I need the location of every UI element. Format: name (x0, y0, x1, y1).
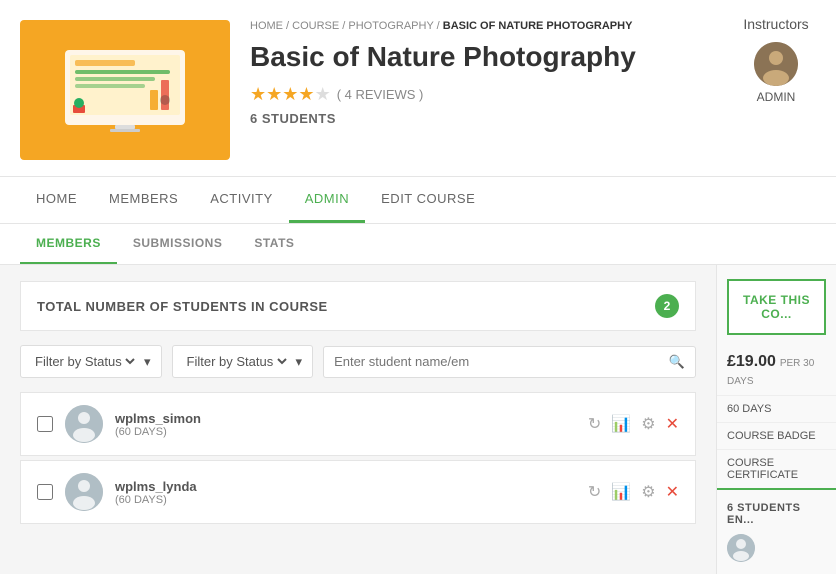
reviews-count: ( 4 REVIEWS ) (337, 87, 424, 102)
search-icon: 🔍 (669, 354, 685, 370)
subtab-submissions[interactable]: SUBMISSIONS (117, 224, 239, 264)
sub-tabs: MEMBERS SUBMISSIONS STATS (0, 224, 836, 265)
subtab-stats[interactable]: STATS (238, 224, 310, 264)
course-header: HOME / COURSE / PHOTOGRAPHY / BASIC OF N… (0, 0, 836, 177)
student-checkbox-2[interactable] (37, 484, 53, 500)
refresh-icon-1[interactable]: ↻ (588, 414, 601, 434)
instructor-avatar (754, 42, 798, 86)
student-avatar-2 (65, 473, 103, 511)
instructor-name: ADMIN (732, 90, 820, 104)
students-count: 6 STUDENTS (250, 111, 796, 126)
student-row-1: wplms_simon (60 DAYS) ↻ 📊 ⚙ ✕ (20, 392, 696, 456)
student-name-2: wplms_lynda (115, 479, 576, 494)
sidebar-item-certificate: COURSE CERTIFICATE (717, 449, 836, 488)
student-name-1: wplms_simon (115, 411, 576, 426)
remove-icon-1[interactable]: ✕ (666, 414, 679, 434)
settings-icon-2[interactable]: ⚙ (641, 482, 655, 502)
filters-row: Filter by Status ▾ Filter by Status ▾ 🔍 (20, 345, 696, 378)
sidebar-item-days: 60 DAYS (717, 395, 836, 422)
tab-edit-course[interactable]: EDIT COURSE (365, 177, 491, 223)
student-days-2: (60 DAYS) (115, 494, 576, 506)
instructors-title: Instructors (732, 16, 820, 32)
student-row-2: wplms_lynda (60 DAYS) ↻ 📊 ⚙ ✕ (20, 460, 696, 524)
chevron-down-icon-1: ▾ (144, 354, 151, 370)
filter-status-1-select[interactable]: Filter by Status (31, 353, 138, 370)
right-sidebar: TAKE THIS CO... £19.00 PER 30 DAYS 60 DA… (716, 265, 836, 574)
total-students-label: TOTAL NUMBER OF STUDENTS IN COURSE (37, 299, 328, 314)
main-content: TOTAL NUMBER OF STUDENTS IN COURSE 2 Fil… (0, 265, 716, 574)
tab-admin[interactable]: ADMIN (289, 177, 365, 223)
star-5: ★ (315, 84, 331, 105)
students-enrolled-box: 6 STUDENTS EN... (717, 488, 836, 574)
star-2: ★ (266, 84, 282, 105)
stats-icon-1[interactable]: 📊 (611, 414, 631, 434)
settings-icon-1[interactable]: ⚙ (641, 414, 655, 434)
course-thumbnail (20, 20, 230, 160)
take-course-button[interactable]: TAKE THIS CO... (727, 279, 826, 335)
filter-status-1[interactable]: Filter by Status ▾ (20, 345, 162, 378)
search-student-wrap[interactable]: 🔍 (323, 346, 696, 378)
tab-activity[interactable]: ACTIVITY (194, 177, 289, 223)
star-1: ★ (250, 84, 266, 105)
student-actions-2: ↻ 📊 ⚙ ✕ (588, 482, 679, 502)
filter-status-2-select[interactable]: Filter by Status (183, 353, 290, 370)
breadcrumb: HOME / COURSE / PHOTOGRAPHY / BASIC OF N… (250, 20, 796, 32)
refresh-icon-2[interactable]: ↻ (588, 482, 601, 502)
star-rating: ★ ★ ★ ★ ★ ( 4 REVIEWS ) (250, 84, 796, 105)
course-title: Basic of Nature Photography (250, 40, 796, 74)
student-info-2: wplms_lynda (60 DAYS) (115, 479, 576, 506)
subtab-members[interactable]: MEMBERS (20, 224, 117, 264)
search-student-input[interactable] (334, 354, 663, 369)
main-layout: TOTAL NUMBER OF STUDENTS IN COURSE 2 Fil… (0, 265, 836, 574)
nav-tabs: HOME MEMBERS ACTIVITY ADMIN EDIT COURSE (0, 177, 836, 224)
student-avatar-1 (65, 405, 103, 443)
sidebar-item-badge: COURSE BADGE (717, 422, 836, 449)
star-4: ★ (298, 84, 314, 105)
price-amount: £19.00 (727, 353, 776, 370)
star-3: ★ (282, 84, 298, 105)
students-enrolled-label: 6 STUDENTS EN... (727, 502, 826, 526)
instructors-panel: Instructors ADMIN (716, 0, 836, 120)
stats-icon-2[interactable]: 📊 (611, 482, 631, 502)
tab-home[interactable]: HOME (20, 177, 93, 223)
filter-status-2[interactable]: Filter by Status ▾ (172, 345, 314, 378)
student-actions-1: ↻ 📊 ⚙ ✕ (588, 414, 679, 434)
student-checkbox-1[interactable] (37, 416, 53, 432)
tab-members[interactable]: MEMBERS (93, 177, 194, 223)
total-students-bar: TOTAL NUMBER OF STUDENTS IN COURSE 2 (20, 281, 696, 331)
student-days-1: (60 DAYS) (115, 426, 576, 438)
total-students-badge: 2 (655, 294, 679, 318)
sidebar-price: £19.00 PER 30 DAYS (717, 345, 836, 395)
chevron-down-icon-2: ▾ (296, 354, 303, 370)
student-info-1: wplms_simon (60 DAYS) (115, 411, 576, 438)
remove-icon-2[interactable]: ✕ (666, 482, 679, 502)
